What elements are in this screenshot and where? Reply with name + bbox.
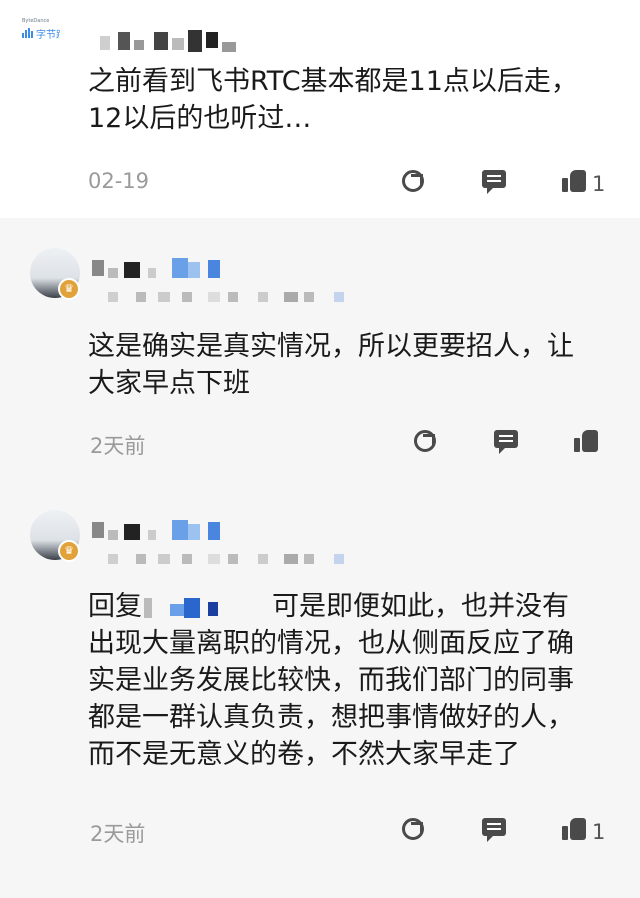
comment-time: 2天前 <box>90 434 146 458</box>
comment-time: 02-19 <box>88 169 150 193</box>
logo-text: 字节跳动 <box>36 30 60 41</box>
avatar[interactable]: ByteDance 字节跳动 <box>14 6 60 52</box>
comment-text: 之前看到飞书RTC基本都是11点以后走， 12以后的也听过… <box>88 66 578 134</box>
share-icon[interactable] <box>402 818 424 840</box>
message-icon[interactable] <box>482 170 506 194</box>
logo-caption: ByteDance <box>22 18 50 24</box>
thumbs-up-icon[interactable] <box>562 170 586 192</box>
thumbs-up-icon[interactable] <box>574 430 598 452</box>
crown-badge-icon: ♛ <box>58 278 80 300</box>
thumbs-up-icon[interactable] <box>562 818 586 840</box>
user-info-redacted <box>108 290 358 304</box>
username-redacted[interactable] <box>100 30 240 54</box>
comment-text: 这是确实是真实情况，所以更要招人，让 大家早点下班 <box>88 331 574 399</box>
reply-target-redacted[interactable] <box>142 596 272 620</box>
reply-item: ♛ 这是确实是真实情况，所以更要招人，让 大家早点下班 2天前 <box>0 218 640 492</box>
message-icon[interactable] <box>494 430 518 454</box>
reply-prefix: 回复 <box>88 591 142 622</box>
username-redacted[interactable] <box>92 520 232 544</box>
user-info-redacted <box>108 552 358 566</box>
crown-badge-icon: ♛ <box>58 540 80 562</box>
username-redacted[interactable] <box>92 258 232 282</box>
comment-item: ByteDance 字节跳动 之前看到飞书RTC基本都是11点以后走， 12以后… <box>0 0 640 218</box>
message-icon[interactable] <box>482 818 506 842</box>
like-count: 1 <box>592 172 606 196</box>
share-icon[interactable] <box>402 170 424 192</box>
share-icon[interactable] <box>414 430 436 452</box>
comment-time: 2天前 <box>90 822 146 846</box>
logo-icon <box>22 28 34 38</box>
reply-item: ♛ 回复 可是即便如此，也并没有 出现大量离职的情况，也从侧面反应了确 实是业务发… <box>0 492 640 898</box>
comment-text: 回复 可是即便如此，也并没有 出现大量离职的情况，也从侧面反应了确 实是业务发展比… <box>88 588 618 773</box>
like-count: 1 <box>592 820 606 844</box>
